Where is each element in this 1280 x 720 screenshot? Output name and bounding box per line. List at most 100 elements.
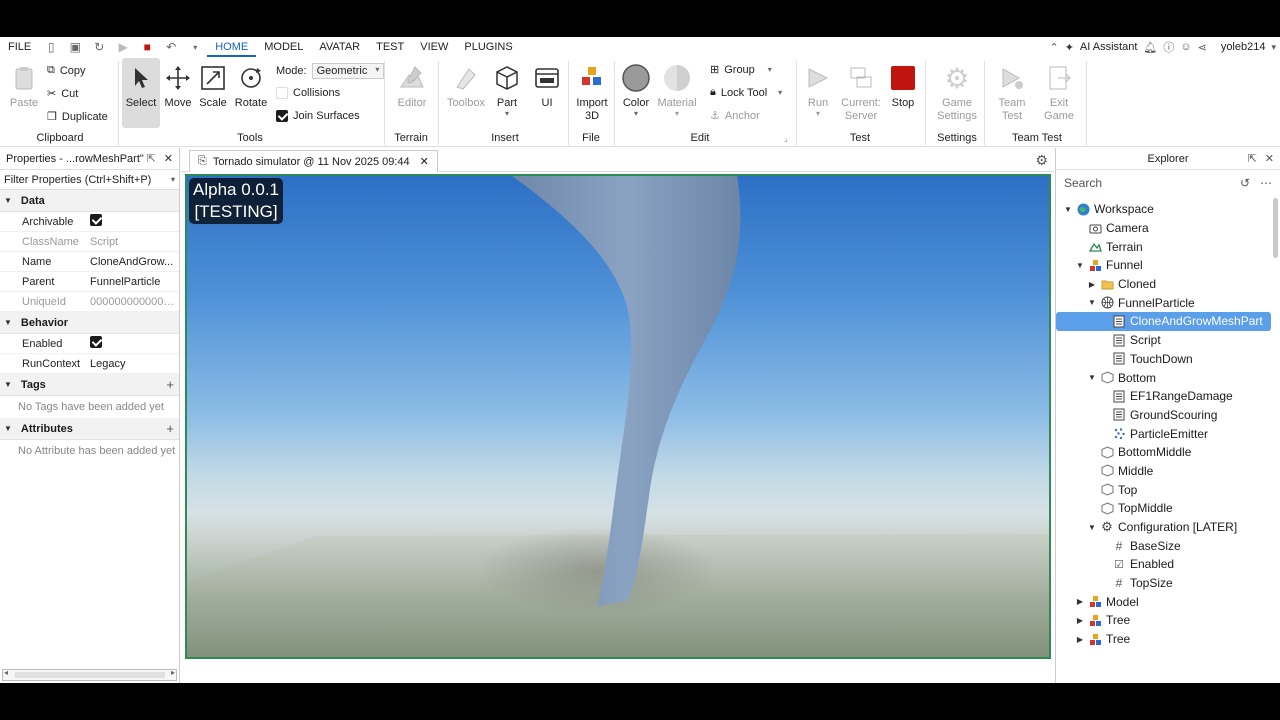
tree-node-bottommiddle[interactable]: BottomMiddle — [1056, 443, 1271, 462]
menu-home[interactable]: HOME — [207, 37, 257, 57]
collisions-checkbox[interactable] — [276, 87, 288, 99]
enabled-checkbox[interactable] — [90, 336, 102, 348]
menu-test[interactable]: TEST — [368, 37, 412, 57]
expanded-arrow-icon[interactable]: ▼ — [1086, 298, 1098, 307]
lock-dropdown-icon[interactable]: ▾ — [778, 88, 782, 97]
stop-button[interactable]: Stop — [888, 63, 918, 109]
scroll-left-icon[interactable]: ◂ — [4, 668, 8, 677]
archivable-checkbox[interactable] — [90, 214, 102, 226]
chevron-down-icon[interactable]: ▾ — [171, 175, 175, 184]
mode-dropdown[interactable]: Geometric ▾ — [311, 63, 385, 79]
scroll-right-icon[interactable]: ▸ — [171, 668, 175, 677]
menu-plugins[interactable]: PLUGINS — [456, 37, 520, 57]
group-dropdown-icon[interactable]: ▾ — [768, 65, 772, 74]
join-surfaces-toggle[interactable]: Join Surfaces — [276, 110, 360, 122]
3d-viewport[interactable]: Alpha 0.0.1 [TESTING] — [185, 174, 1051, 659]
tree-node-configuration[interactable]: ▼ ⚙ Configuration [LATER] — [1056, 518, 1271, 537]
tree-node-topmiddle[interactable]: TopMiddle — [1056, 499, 1271, 518]
scale-tool[interactable]: Scale — [197, 63, 229, 109]
filter-properties-input[interactable]: Filter Properties (Ctrl+Shift+P) ▾ — [0, 170, 179, 190]
terrain-editor-button[interactable]: Editor — [392, 63, 432, 109]
edit-expand-icon[interactable]: ⌟ — [784, 134, 788, 143]
user-dropdown-icon[interactable]: ▾ — [1271, 42, 1276, 53]
color-button[interactable]: Color ▾ — [620, 63, 652, 118]
section-behavior[interactable]: ▼ Behavior — [0, 312, 179, 334]
section-data[interactable]: ▼ Data — [0, 190, 179, 212]
play-icon[interactable]: ▶ — [116, 40, 130, 54]
current-server-button[interactable]: Current: Server — [837, 63, 885, 123]
collapsed-arrow-icon[interactable]: ▶ — [1074, 597, 1086, 606]
add-tag-icon[interactable]: + — [166, 377, 174, 392]
redo-icon[interactable]: ↻ — [92, 40, 106, 54]
copy-button[interactable]: ⧉ Copy — [47, 64, 86, 77]
undock-icon[interactable]: ⇱ — [1248, 152, 1257, 165]
prop-parent[interactable]: Parent FunnelParticle — [0, 272, 179, 292]
select-tool[interactable]: Select — [122, 58, 160, 128]
expanded-arrow-icon[interactable]: ▼ — [1074, 261, 1086, 270]
menu-file[interactable]: FILE — [0, 37, 39, 57]
horizontal-scrollbar[interactable]: ◂ ▸ — [2, 668, 177, 681]
tree-node-tree-1[interactable]: ▶ Tree — [1056, 611, 1271, 630]
collapsed-arrow-icon[interactable]: ▶ — [1074, 616, 1086, 625]
undock-icon[interactable]: ⇱ — [147, 152, 156, 165]
tree-node-basesize[interactable]: # BaseSize — [1056, 536, 1271, 555]
cut-button[interactable]: ✂ Cut — [47, 87, 78, 101]
close-icon[interactable]: ✕ — [1265, 152, 1274, 165]
close-icon[interactable]: ✕ — [164, 152, 173, 165]
tree-node-topsize[interactable]: # TopSize — [1056, 574, 1271, 593]
tree-node-terrain[interactable]: Terrain — [1056, 237, 1271, 256]
prop-name[interactable]: Name CloneAndGrow... — [0, 252, 179, 272]
part-button[interactable]: Part ▾ — [492, 63, 522, 118]
lock-tool-button[interactable]: 🔒︎ Lock Tool ▾ — [710, 86, 782, 99]
collapsed-arrow-icon[interactable]: ▶ — [1074, 635, 1086, 644]
history-icon[interactable]: ↺ — [1240, 176, 1250, 190]
stop-icon[interactable]: ■ — [140, 40, 154, 54]
scrollbar-thumb[interactable] — [15, 672, 165, 678]
expanded-arrow-icon[interactable]: ▼ — [1086, 523, 1098, 532]
tree-node-touchdown[interactable]: TouchDown — [1056, 350, 1271, 369]
tree-node-workspace[interactable]: ▼ Workspace — [1056, 200, 1271, 219]
tree-node-cloned[interactable]: ▶ Cloned — [1056, 275, 1271, 294]
collisions-toggle[interactable]: Collisions — [276, 87, 340, 99]
tree-node-middle[interactable]: Middle — [1056, 462, 1271, 481]
more-options-icon[interactable]: ⋯ — [1260, 176, 1272, 190]
user-name[interactable]: yoleb214 — [1221, 41, 1266, 53]
toolbox-button[interactable]: Toolbox — [444, 63, 488, 109]
duplicate-button[interactable]: ❐ Duplicate — [47, 110, 108, 124]
tree-node-camera[interactable]: Camera — [1056, 219, 1271, 238]
material-dropdown-icon[interactable]: ▾ — [675, 109, 679, 118]
collapsed-arrow-icon[interactable]: ▶ — [1086, 280, 1098, 289]
ai-assistant-button[interactable]: AI Assistant — [1080, 41, 1137, 53]
run-dropdown-icon[interactable]: ▾ — [816, 109, 820, 118]
collapse-icon[interactable]: ⌃ — [1049, 41, 1058, 54]
share-icon[interactable]: ⋖ — [1198, 41, 1207, 54]
tree-node-funnelparticle[interactable]: ▼ FunnelParticle — [1056, 293, 1271, 312]
expanded-arrow-icon[interactable]: ▼ — [1086, 373, 1098, 382]
tree-node-bottom[interactable]: ▼ Bottom — [1056, 368, 1271, 387]
tree-node-tree-2[interactable]: ▶ Tree — [1056, 630, 1271, 649]
bell-icon[interactable]: 🔔︎ — [1143, 41, 1157, 54]
new-file-icon[interactable]: ▯ — [44, 40, 58, 54]
dropdown-icon[interactable]: ▾ — [188, 40, 202, 54]
tree-node-enabled[interactable]: ☑ Enabled — [1056, 555, 1271, 574]
game-settings-button[interactable]: ⚙ Game Settings — [932, 63, 982, 123]
prop-runcontext[interactable]: RunContext Legacy — [0, 354, 179, 374]
ui-button[interactable]: UI — [532, 63, 562, 109]
join-surfaces-checkbox[interactable] — [276, 110, 288, 122]
menu-view[interactable]: VIEW — [412, 37, 456, 57]
add-attribute-icon[interactable]: + — [166, 421, 174, 436]
material-button[interactable]: Material ▾ — [656, 63, 698, 118]
tree-node-ef1rangedamage[interactable]: EF1RangeDamage — [1056, 387, 1271, 406]
tree-node-groundscouring[interactable]: GroundScouring — [1056, 406, 1271, 425]
tree-node-top[interactable]: Top — [1056, 480, 1271, 499]
gear-icon[interactable]: ⚙ — [1035, 152, 1048, 169]
part-dropdown-icon[interactable]: ▾ — [505, 109, 509, 118]
color-dropdown-icon[interactable]: ▾ — [634, 109, 638, 118]
paste-button[interactable]: Paste — [8, 63, 40, 109]
open-file-icon[interactable]: ▣ — [68, 40, 82, 54]
tree-node-model[interactable]: ▶ Model — [1056, 592, 1271, 611]
tab-tornado-simulator[interactable]: ⎘ Tornado simulator @ 11 Nov 2025 09:44 … — [189, 150, 438, 172]
help-icon[interactable]: ⓘ — [1163, 39, 1174, 55]
close-tab-icon[interactable]: ✕ — [420, 155, 429, 168]
explorer-scrollbar[interactable] — [1273, 198, 1278, 258]
